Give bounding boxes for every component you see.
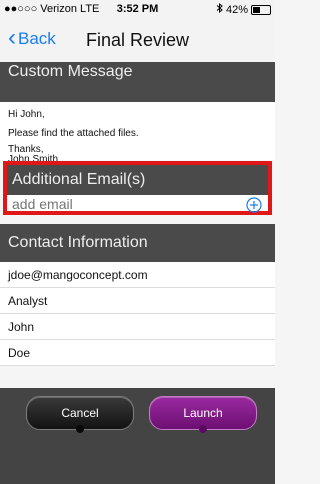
nav-bar: ‹ Back Final Review bbox=[0, 18, 275, 63]
status-right: 42% bbox=[216, 2, 271, 16]
status-bar: ●●○○○ Verizon LTE 3:52 PM 42% bbox=[0, 0, 275, 18]
action-bar: Cancel Launch bbox=[0, 388, 275, 484]
contact-first-name-field[interactable]: John bbox=[0, 314, 275, 340]
additional-emails-header: Additional Email(s) bbox=[7, 165, 268, 195]
custom-message-header: Custom Message bbox=[0, 62, 275, 102]
launch-label: Launch bbox=[183, 406, 223, 420]
battery-percent: 42% bbox=[225, 3, 248, 16]
contact-list: jdoe@mangoconcept.com Analyst John Doe bbox=[0, 262, 275, 366]
message-greeting: Hi John, bbox=[8, 109, 45, 120]
contact-information-header: Contact Information bbox=[0, 224, 275, 262]
battery-icon bbox=[251, 4, 271, 15]
cancel-button[interactable]: Cancel bbox=[26, 396, 134, 433]
page-title: Final Review bbox=[85, 30, 190, 50]
cancel-button-dot bbox=[76, 425, 84, 433]
bluetooth-icon bbox=[216, 2, 223, 16]
contact-email-field[interactable]: jdoe@mangoconcept.com bbox=[0, 262, 275, 288]
contact-last-name-field[interactable]: Doe bbox=[0, 340, 275, 366]
message-body: Please find the attached files. bbox=[8, 128, 139, 139]
add-email-input[interactable] bbox=[12, 197, 232, 211]
plus-circle-icon[interactable] bbox=[246, 197, 262, 213]
launch-button-dot bbox=[199, 425, 207, 433]
additional-emails-section: Additional Email(s) bbox=[3, 161, 272, 215]
custom-message-body[interactable]: Hi John, Please find the attached files.… bbox=[0, 102, 275, 165]
contact-title-field[interactable]: Analyst bbox=[0, 288, 275, 314]
cancel-label: Cancel bbox=[61, 406, 99, 420]
launch-button[interactable]: Launch bbox=[149, 396, 257, 433]
battery-fill bbox=[253, 6, 260, 13]
